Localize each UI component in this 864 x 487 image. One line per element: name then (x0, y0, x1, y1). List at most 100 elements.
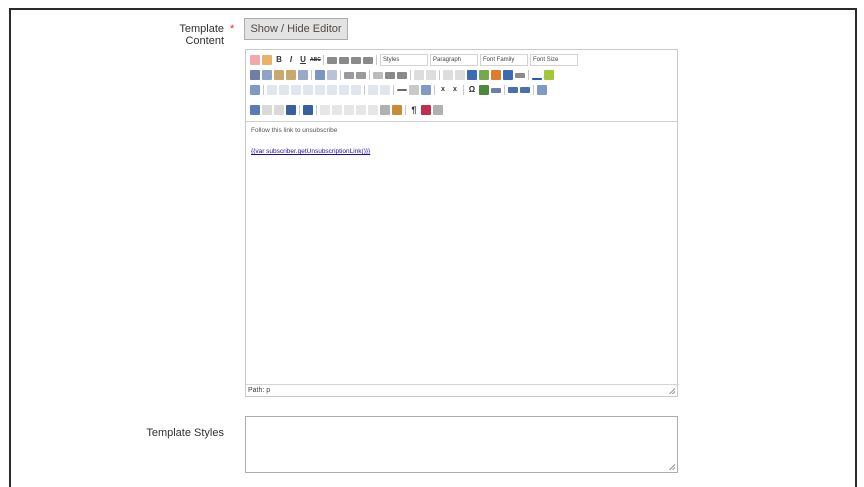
template-styles-textarea[interactable] (245, 416, 678, 473)
resize-grip-icon[interactable] (669, 388, 675, 394)
toolbar-separator (311, 70, 312, 80)
editor-path-bar: Path: p (246, 384, 679, 397)
rtl-icon[interactable] (520, 87, 530, 93)
toolbar-separator (323, 55, 324, 65)
toolbar-row-2 (250, 68, 554, 82)
superscript-icon[interactable]: x (450, 85, 460, 95)
resize-grip-icon[interactable] (669, 464, 675, 470)
special-char-icon[interactable]: Ω (467, 85, 477, 95)
toolbar-separator (316, 105, 317, 115)
col-after-icon[interactable] (339, 85, 349, 95)
fullscreen-icon[interactable] (537, 85, 547, 95)
toolbar-separator (340, 70, 341, 80)
cut-icon[interactable] (250, 70, 260, 80)
numbered-list-icon[interactable] (356, 71, 366, 79)
underline-icon[interactable]: U (298, 55, 308, 65)
find-icon[interactable] (315, 70, 325, 80)
insert-layer-icon[interactable] (250, 105, 260, 115)
row-after-icon[interactable] (303, 85, 313, 95)
paste-icon[interactable] (274, 70, 284, 80)
delete-col-icon[interactable] (351, 85, 361, 95)
abbr-icon[interactable] (332, 105, 342, 115)
html-source-icon[interactable] (515, 72, 525, 78)
page-break-icon[interactable] (433, 105, 443, 115)
cleanup-icon[interactable] (491, 70, 501, 80)
toolbar-separator (504, 85, 505, 95)
toolbar-separator (364, 85, 365, 95)
outdent-icon[interactable] (373, 71, 383, 79)
horizontal-rule-icon[interactable] (397, 89, 407, 91)
insert-widget-icon[interactable] (262, 55, 272, 65)
styleprops-icon[interactable] (303, 105, 313, 115)
wysiwyg-editor[interactable]: B I U ABC Styles Paragraph Font Family F… (245, 49, 679, 397)
unlink-icon[interactable] (455, 70, 465, 80)
help-icon[interactable] (503, 70, 513, 80)
anchor-icon[interactable] (467, 70, 477, 80)
unsubscribe-link[interactable]: {{var subscriber.getUnsubscriptionLink()… (251, 148, 370, 155)
align-left-icon[interactable] (327, 56, 337, 64)
editor-toolbar: B I U ABC Styles Paragraph Font Family F… (246, 50, 677, 122)
indent-icon[interactable] (385, 71, 395, 79)
toolbar-separator (369, 70, 370, 80)
nonbreaking-icon[interactable] (491, 87, 501, 93)
text-color-icon[interactable] (532, 70, 542, 80)
delete-row-icon[interactable] (315, 85, 325, 95)
attribs-icon[interactable] (380, 105, 390, 115)
visual-aid-icon[interactable] (421, 85, 431, 95)
media-icon[interactable] (479, 85, 489, 95)
table-icon[interactable] (250, 85, 260, 95)
toolbar-separator (263, 85, 264, 95)
image-icon[interactable] (479, 70, 489, 80)
visual-chars-icon[interactable]: ¶ (409, 105, 419, 115)
font-size-dropdown[interactable]: Font Size (530, 54, 578, 66)
italic-icon[interactable]: I (286, 55, 296, 65)
replace-icon[interactable] (327, 70, 337, 80)
styles-dropdown[interactable]: Styles (380, 54, 428, 66)
frame-left-border (9, 8, 11, 487)
cite-icon[interactable] (320, 105, 330, 115)
row-props-icon[interactable] (267, 85, 277, 95)
toolbar-row-4: ¶ (250, 103, 443, 117)
insert-date-icon[interactable] (421, 105, 431, 115)
paste-text-icon[interactable] (286, 70, 296, 80)
acronym-icon[interactable] (344, 105, 354, 115)
remove-format-icon[interactable] (409, 85, 419, 95)
align-justify-icon[interactable] (363, 56, 373, 64)
bullet-list-icon[interactable] (344, 71, 354, 79)
ltr-icon[interactable] (508, 87, 518, 93)
move-forward-icon[interactable] (262, 105, 272, 115)
background-color-icon[interactable] (544, 70, 554, 80)
split-cells-icon[interactable] (368, 85, 378, 95)
bold-icon[interactable]: B (274, 55, 284, 65)
toolbar-separator (528, 70, 529, 80)
toolbar-row-3: x x Ω (250, 83, 547, 97)
del-icon[interactable] (356, 105, 366, 115)
blockquote-icon[interactable] (397, 71, 407, 79)
strikethrough-icon[interactable]: ABC (310, 55, 321, 65)
paragraph-dropdown[interactable]: Paragraph (430, 54, 478, 66)
row-before-icon[interactable] (291, 85, 301, 95)
cell-props-icon[interactable] (279, 85, 289, 95)
undo-icon[interactable] (414, 70, 424, 80)
paste-word-icon[interactable] (298, 70, 308, 80)
align-center-icon[interactable] (339, 56, 349, 64)
link-icon[interactable] (443, 70, 453, 80)
template-icon[interactable] (392, 105, 402, 115)
frame-right-border (855, 8, 857, 487)
absolute-icon[interactable] (286, 105, 296, 115)
template-styles-label: Template Styles (146, 427, 224, 439)
toolbar-separator (463, 85, 464, 95)
align-right-icon[interactable] (351, 56, 361, 64)
font-family-dropdown[interactable]: Font Family (480, 54, 528, 66)
move-backward-icon[interactable] (274, 105, 284, 115)
new-document-icon[interactable] (250, 55, 260, 65)
subscript-icon[interactable]: x (438, 85, 448, 95)
redo-icon[interactable] (426, 70, 436, 80)
ins-icon[interactable] (368, 105, 378, 115)
toolbar-separator (439, 70, 440, 80)
merge-cells-icon[interactable] (380, 85, 390, 95)
copy-icon[interactable] (262, 70, 272, 80)
col-before-icon[interactable] (327, 85, 337, 95)
toolbar-separator (434, 85, 435, 95)
show-hide-editor-button[interactable]: Show / Hide Editor (244, 18, 348, 40)
